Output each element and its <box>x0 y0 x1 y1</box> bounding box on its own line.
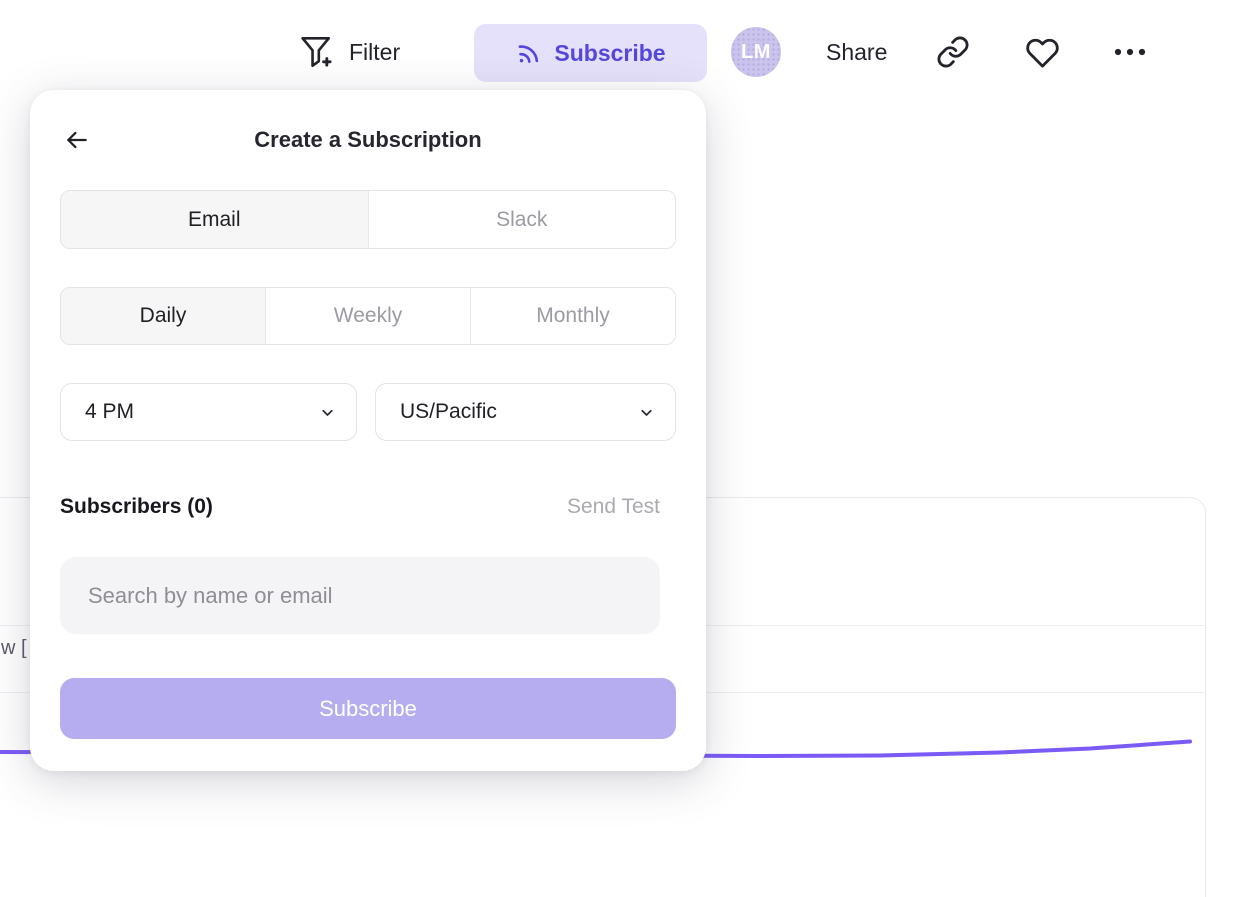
timezone-select-value: US/Pacific <box>400 400 497 424</box>
tab-slack[interactable]: Slack <box>368 191 676 248</box>
subscribe-toolbar-button[interactable]: Subscribe <box>474 24 707 82</box>
chevron-down-icon <box>638 404 655 421</box>
dialog-title: Create a Subscription <box>30 127 706 153</box>
subscriber-search-input[interactable] <box>60 557 660 634</box>
send-test-button[interactable]: Send Test <box>567 495 660 519</box>
timezone-select[interactable]: US/Pacific <box>375 383 676 441</box>
frequency-tab-group: Daily Weekly Monthly <box>60 287 676 345</box>
more-options-button[interactable] <box>1112 42 1148 62</box>
tab-email[interactable]: Email <box>61 191 368 248</box>
filter-label: Filter <box>349 39 400 66</box>
subscribers-count-label: Subscribers (0) <box>60 495 213 519</box>
subscribe-toolbar-label: Subscribe <box>554 40 665 67</box>
background-partial-text: w [ <box>1 637 27 660</box>
avatar-initials: LM <box>741 41 771 64</box>
rss-icon <box>515 40 541 66</box>
tab-monthly[interactable]: Monthly <box>470 288 675 344</box>
create-subscription-dialog: Create a Subscription Email Slack Daily … <box>30 90 706 771</box>
subscribe-submit-button[interactable]: Subscribe <box>60 678 676 739</box>
time-select-value: 4 PM <box>85 400 134 424</box>
tab-daily[interactable]: Daily <box>61 288 265 344</box>
chevron-down-icon <box>319 404 336 421</box>
time-select[interactable]: 4 PM <box>60 383 357 441</box>
channel-tab-group: Email Slack <box>60 190 676 249</box>
heart-icon <box>1024 36 1061 70</box>
favorite-button[interactable] <box>1024 36 1061 70</box>
ellipsis-icon <box>1112 42 1148 62</box>
toolbar: Filter Subscribe LM Share <box>0 0 1234 90</box>
filter-button[interactable]: Filter <box>300 28 400 76</box>
share-label: Share <box>826 39 887 66</box>
link-icon <box>936 35 970 69</box>
filter-plus-icon <box>300 34 334 70</box>
share-button[interactable]: Share <box>826 28 887 76</box>
tab-weekly[interactable]: Weekly <box>265 288 470 344</box>
subscribers-row: Subscribers (0) Send Test <box>60 492 660 522</box>
avatar[interactable]: LM <box>731 27 781 77</box>
schedule-row: 4 PM US/Pacific <box>60 383 676 441</box>
copy-link-button[interactable] <box>936 35 970 69</box>
